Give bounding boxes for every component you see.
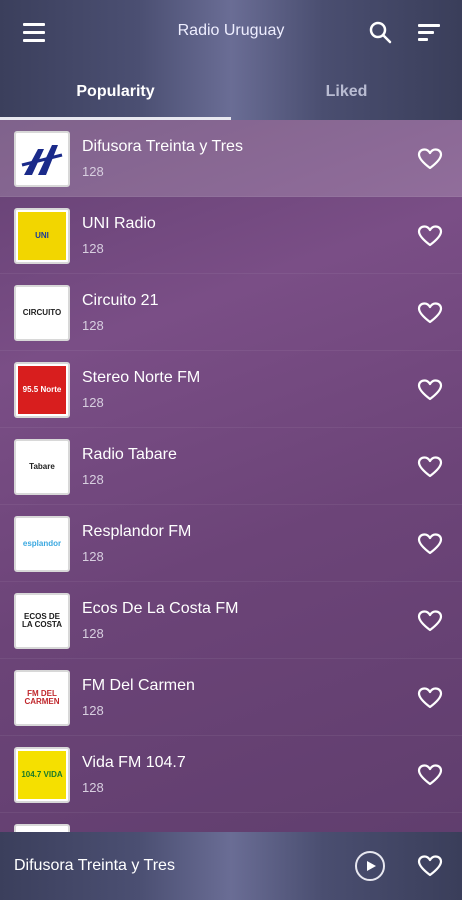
play-icon[interactable] <box>355 851 385 881</box>
station-logo-text: 95.5 Norte <box>18 366 66 414</box>
station-row[interactable]: Difusora Treinta y Tres 128 <box>0 120 462 197</box>
station-name: Ecos De La Costa FM <box>82 600 239 617</box>
station-bitrate: 128 <box>82 164 104 179</box>
station-bitrate: 128 <box>82 780 104 795</box>
station-logo-text: CIRCUITO <box>18 289 66 337</box>
heart-outline-icon[interactable] <box>416 378 444 402</box>
player-bar[interactable]: Difusora Treinta y Tres <box>0 832 462 900</box>
player-favorite-icon[interactable] <box>416 854 444 878</box>
station-logo-text: 104.7 VIDA <box>18 751 66 799</box>
station-row[interactable]: 104.7 VIDA Vida FM 104.7 128 <box>0 736 462 813</box>
station-name: Radio Tabare <box>82 446 177 463</box>
station-name: Vida FM 104.7 <box>82 754 186 771</box>
station-name: Resplandor FM <box>82 523 192 540</box>
sort-icon[interactable] <box>414 18 444 46</box>
station-row[interactable]: esplandor Resplandor FM 128 <box>0 505 462 582</box>
heart-outline-icon[interactable] <box>416 301 444 325</box>
station-logo: CIRCUITO <box>14 285 70 341</box>
station-name: Circuito 21 <box>82 292 159 309</box>
station-logo <box>14 824 70 832</box>
station-bitrate: 128 <box>82 395 104 410</box>
station-bitrate: 128 <box>82 472 104 487</box>
station-logo-text: UNI <box>18 212 66 260</box>
station-bitrate: 128 <box>82 626 104 641</box>
station-row[interactable]: UNI UNI Radio 128 <box>0 197 462 274</box>
station-logo-text: Tabare <box>18 443 66 491</box>
heart-outline-icon[interactable] <box>416 147 444 171</box>
station-bitrate: 128 <box>82 549 104 564</box>
station-row[interactable]: ECOS DE LA COSTA Ecos De La Costa FM 128 <box>0 582 462 659</box>
station-logo <box>14 131 70 187</box>
station-logo: UNI <box>14 208 70 264</box>
station-logo-text: ECOS DE LA COSTA <box>18 597 66 645</box>
station-bitrate: 128 <box>82 703 104 718</box>
station-name: UNI Radio <box>82 215 156 232</box>
station-row[interactable]: Tabare Radio Tabare 128 <box>0 428 462 505</box>
station-logo: 104.7 VIDA <box>14 747 70 803</box>
tab-popularity[interactable]: Popularity <box>0 70 231 120</box>
station-name: Difusora Treinta y Tres <box>82 138 243 155</box>
heart-outline-icon[interactable] <box>416 224 444 248</box>
heart-outline-icon[interactable] <box>416 532 444 556</box>
station-name: FM Del Carmen <box>82 677 195 694</box>
station-name: Stereo Norte FM <box>82 369 201 386</box>
app-bar: Radio Uruguay <box>0 0 462 64</box>
station-logo: esplandor <box>14 516 70 572</box>
station-row[interactable]: 95.5 Norte Stereo Norte FM 128 <box>0 351 462 428</box>
station-logo: ECOS DE LA COSTA <box>14 593 70 649</box>
station-logo-text: esplandor <box>18 520 66 568</box>
search-icon[interactable] <box>366 18 394 46</box>
top-bar: Radio Uruguay Popularity Liked <box>0 0 462 120</box>
station-bitrate: 128 <box>82 241 104 256</box>
station-bitrate: 128 <box>82 318 104 333</box>
heart-outline-icon[interactable] <box>416 763 444 787</box>
station-row[interactable]: FM DEL CARMEN FM Del Carmen 128 <box>0 659 462 736</box>
station-logo: FM DEL CARMEN <box>14 670 70 726</box>
station-logo: Tabare <box>14 439 70 495</box>
station-logo: 95.5 Norte <box>14 362 70 418</box>
heart-outline-icon[interactable] <box>416 609 444 633</box>
station-list[interactable]: Difusora Treinta y Tres 128 UNI UNI Radio 12… <box>0 120 462 832</box>
station-row[interactable]: CIRCUITO Circuito 21 128 <box>0 274 462 351</box>
station-row[interactable] <box>0 813 462 832</box>
station-logo-text <box>18 135 66 183</box>
heart-outline-icon[interactable] <box>416 455 444 479</box>
tab-bar: Popularity Liked <box>0 70 462 120</box>
station-logo-text: FM DEL CARMEN <box>18 674 66 722</box>
now-playing-title: Difusora Treinta y Tres <box>14 857 175 874</box>
tab-liked[interactable]: Liked <box>231 70 462 120</box>
heart-outline-icon[interactable] <box>416 686 444 710</box>
